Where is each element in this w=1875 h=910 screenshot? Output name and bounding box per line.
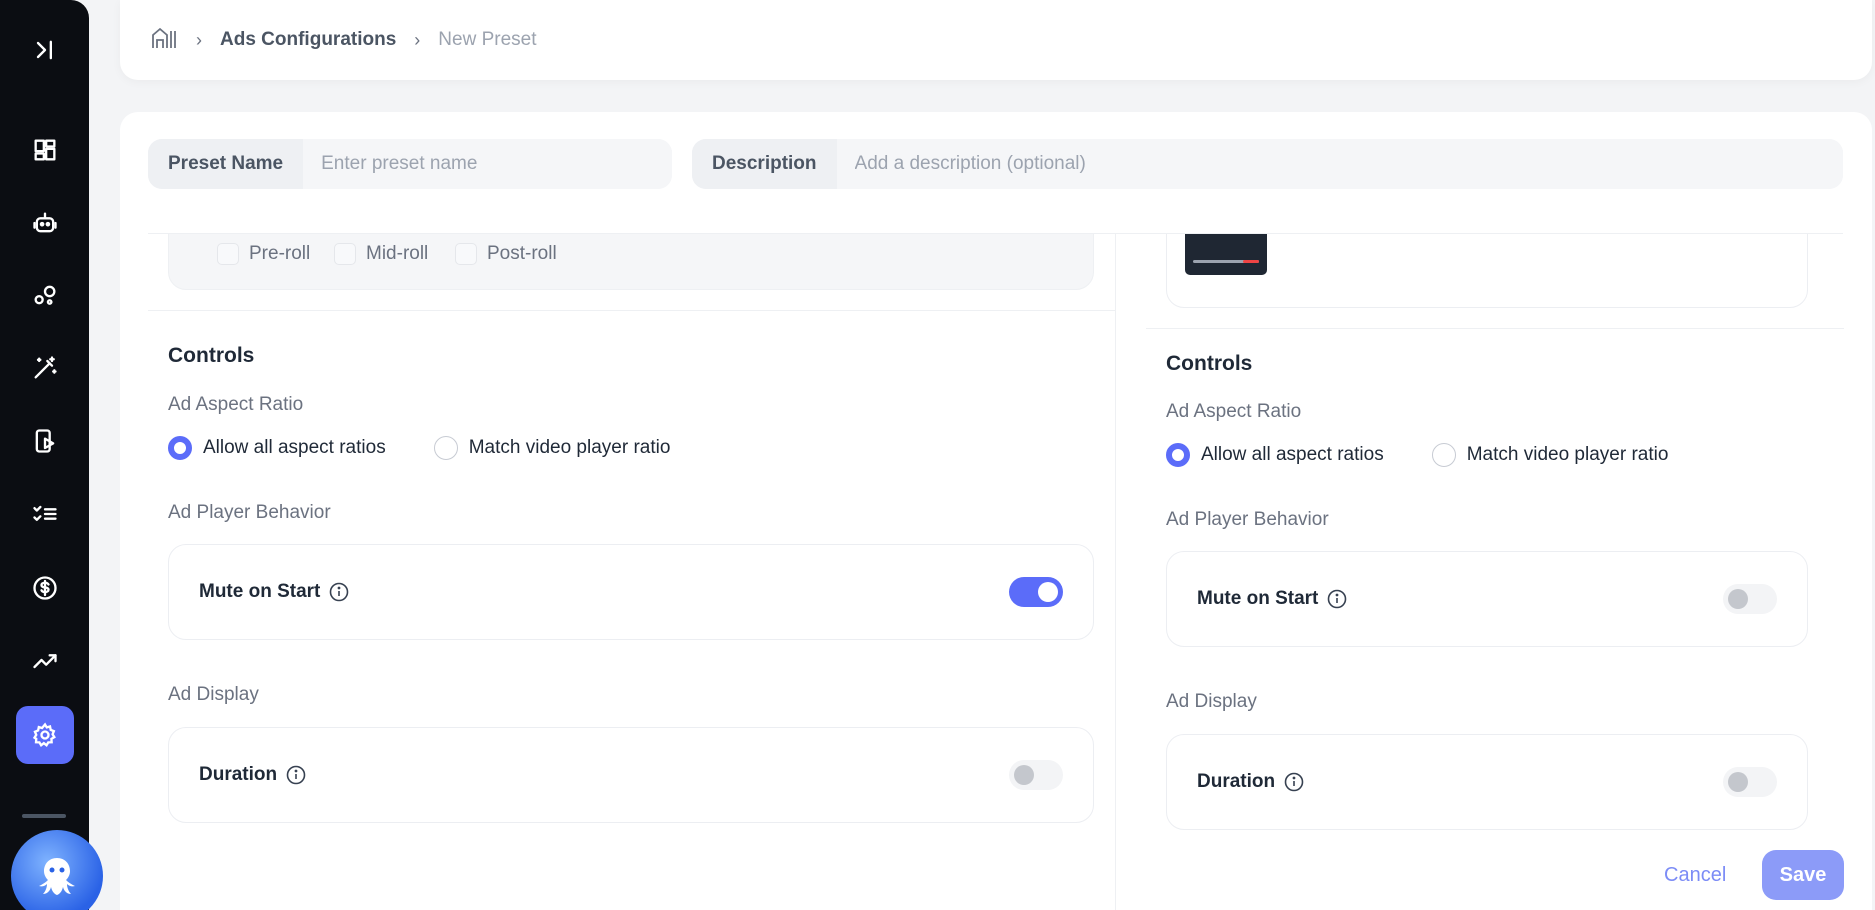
mute-on-start-toggle[interactable]	[1723, 584, 1777, 614]
aspect-ratio-title: Ad Aspect Ratio	[168, 394, 304, 415]
controls-title: Controls	[168, 344, 255, 367]
mute-on-start-label: Mute on Start	[199, 581, 321, 602]
ad-position-box: Pre-roll Mid-roll Post-roll	[168, 234, 1094, 290]
gear-icon	[32, 722, 56, 747]
expand-icon[interactable]	[0, 20, 89, 80]
option-label: Match video player ratio	[468, 437, 671, 458]
sidebar	[0, 0, 89, 910]
duration-toggle[interactable]	[1723, 767, 1777, 797]
radio[interactable]	[433, 436, 458, 460]
ad-player-behavior-title: Ad Player Behavior	[168, 502, 331, 523]
duration-toggle[interactable]	[1009, 760, 1063, 790]
controls-title: Controls	[1166, 352, 1253, 375]
breadcrumb-current: New Preset	[438, 29, 537, 50]
mute-on-start-label: Mute on Start	[1197, 588, 1319, 609]
left-column[interactable]: Pre-roll Mid-roll Post-roll Controls Ad …	[148, 234, 1116, 910]
info-icon[interactable]	[1283, 771, 1305, 793]
sidebar-handle[interactable]	[22, 814, 66, 818]
allow-all-aspect-ratios-option[interactable]: Allow all aspect ratios	[1166, 443, 1384, 467]
breadcrumb-ads-configurations[interactable]: Ads Configurations	[220, 29, 396, 51]
mute-on-start-toggle[interactable]	[1009, 577, 1063, 607]
divider	[148, 310, 1115, 311]
preset-name-input[interactable]	[303, 139, 672, 189]
match-video-player-ratio-option[interactable]: Match video player ratio	[1431, 443, 1669, 467]
match-video-player-ratio-option[interactable]: Match video player ratio	[433, 436, 671, 460]
pre-roll-label: Pre-roll	[249, 243, 311, 264]
checklist-icon[interactable]	[0, 484, 89, 544]
radio[interactable]	[1431, 443, 1456, 467]
assistant-avatar[interactable]	[11, 830, 103, 910]
ad-display-title: Ad Display	[168, 684, 259, 705]
post-roll-option[interactable]: Post-roll	[455, 243, 557, 265]
checkbox[interactable]	[334, 243, 356, 265]
home-icon[interactable]	[150, 26, 178, 55]
main-card: Preset Name Description Pre-roll Mid-rol…	[120, 112, 1872, 910]
mid-roll-label: Mid-roll	[366, 243, 429, 264]
mute-on-start-card: Mute on Start	[1166, 551, 1808, 647]
option-label: Match video player ratio	[1466, 444, 1669, 465]
pre-roll-option[interactable]: Pre-roll	[217, 243, 310, 265]
info-icon[interactable]	[1326, 588, 1348, 610]
duration-card: Duration	[168, 727, 1094, 823]
duration-label: Duration	[199, 764, 278, 785]
duration-card: Duration	[1166, 734, 1808, 830]
aspect-ratio-title: Ad Aspect Ratio	[1166, 401, 1302, 422]
aspect-ratio-options: Allow all aspect ratios Match video play…	[1166, 443, 1716, 467]
description-input[interactable]	[836, 139, 1843, 189]
ad-player-behavior-title: Ad Player Behavior	[1166, 509, 1329, 530]
option-label: Allow all aspect ratios	[203, 437, 386, 458]
magic-wand-icon[interactable]	[0, 338, 89, 398]
info-icon[interactable]	[285, 764, 307, 786]
dashboard-icon[interactable]	[0, 120, 89, 180]
duration-label: Duration	[1197, 771, 1276, 792]
option-label: Allow all aspect ratios	[1201, 444, 1384, 465]
octopus-icon	[39, 858, 75, 895]
mobile-play-icon[interactable]	[0, 411, 89, 471]
radio-selected[interactable]	[1166, 443, 1190, 467]
checkbox[interactable]	[217, 243, 239, 265]
description-field: Description	[692, 139, 1843, 189]
dollar-icon[interactable]	[0, 558, 89, 618]
aspect-ratio-options: Allow all aspect ratios Match video play…	[168, 436, 718, 460]
chevron-right-icon: ›	[414, 29, 421, 50]
chevron-right-icon: ›	[196, 29, 202, 50]
right-column[interactable]: Controls Ad Aspect Ratio Allow all aspec…	[1146, 234, 1844, 910]
preset-name-field: Preset Name	[148, 139, 672, 189]
video-thumbnail	[1185, 234, 1267, 275]
mute-on-start-card: Mute on Start	[168, 544, 1094, 640]
bubbles-icon[interactable]	[0, 265, 89, 325]
info-icon[interactable]	[328, 581, 350, 603]
preset-name-label: Preset Name	[148, 139, 304, 189]
header: › Ads Configurations › New Preset	[120, 0, 1872, 80]
player-preview-card	[1166, 234, 1808, 308]
radio-selected[interactable]	[168, 436, 192, 460]
checkbox[interactable]	[455, 243, 477, 265]
trend-icon[interactable]	[0, 630, 89, 690]
save-button[interactable]: Save	[1762, 850, 1844, 900]
allow-all-aspect-ratios-option[interactable]: Allow all aspect ratios	[168, 436, 386, 460]
settings-nav-button[interactable]	[16, 706, 74, 764]
robot-icon[interactable]	[0, 193, 89, 253]
description-label: Description	[692, 139, 837, 189]
ad-display-title: Ad Display	[1166, 691, 1257, 712]
mid-roll-option[interactable]: Mid-roll	[334, 243, 428, 265]
divider	[1146, 328, 1844, 329]
post-roll-label: Post-roll	[487, 243, 557, 264]
cancel-button[interactable]: Cancel	[1664, 864, 1726, 887]
